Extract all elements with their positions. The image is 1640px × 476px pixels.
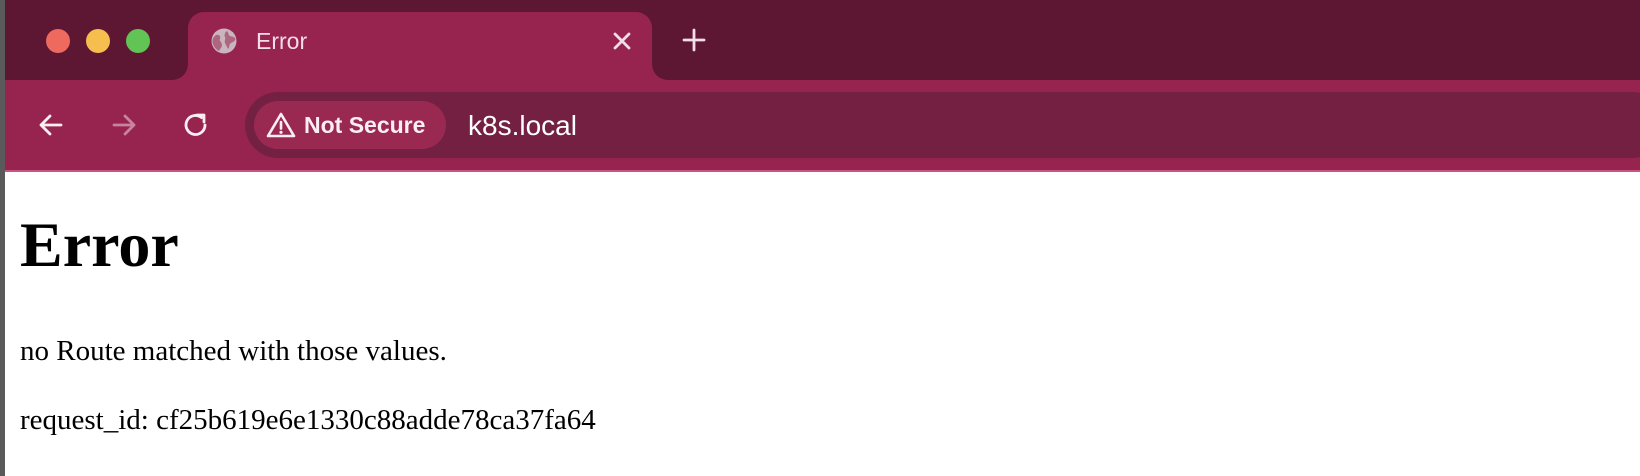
minimize-window-button[interactable] [86, 29, 110, 53]
close-window-button[interactable] [46, 29, 70, 53]
security-indicator[interactable]: Not Secure [254, 101, 446, 149]
error-message: no Route matched with those values. [20, 335, 447, 367]
reload-icon[interactable] [181, 110, 211, 140]
security-label: Not Secure [304, 112, 426, 138]
forward-icon[interactable] [109, 110, 139, 140]
tab-title: Error [256, 28, 308, 54]
new-tab-button[interactable] [681, 27, 707, 53]
tab-corner-right [652, 64, 668, 80]
page-content: Error no Route matched with those values… [5, 172, 1640, 476]
maximize-window-button[interactable] [126, 29, 150, 53]
address-bar[interactable]: Not Secure k8s.local [245, 92, 1640, 158]
close-icon[interactable] [610, 29, 634, 53]
tab-active[interactable]: Error [172, 12, 668, 80]
tab-corner-left [172, 64, 188, 80]
back-icon[interactable] [36, 110, 66, 140]
page-title: Error [20, 209, 179, 280]
tab-strip: Error [5, 0, 1640, 80]
request-id: request_id: cf25b619e6e1330c88adde78ca37… [20, 404, 596, 436]
warning-icon [266, 112, 296, 138]
globe-icon [211, 28, 237, 54]
url-text[interactable]: k8s.local [468, 109, 577, 143]
browser-window: Error Not Secure k8s.local Error no Rout… [0, 0, 1640, 476]
toolbar: Not Secure k8s.local [5, 80, 1640, 172]
